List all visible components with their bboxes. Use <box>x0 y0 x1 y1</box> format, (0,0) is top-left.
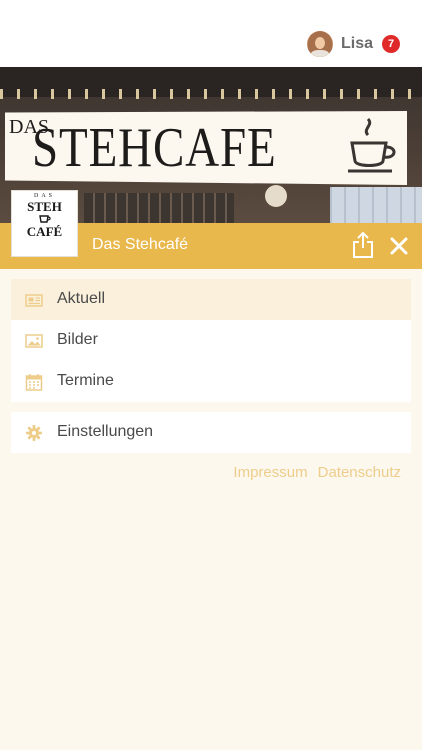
logo-cup-icon <box>38 215 51 223</box>
close-icon[interactable] <box>389 236 409 256</box>
menu-label: Bilder <box>57 331 98 348</box>
user-name[interactable]: Lisa <box>341 35 373 53</box>
user-profile[interactable]: Lisa 7 <box>306 29 400 59</box>
top-bar: Lisa 7 <box>0 0 422 67</box>
menu-label: Einstellungen <box>57 423 154 440</box>
share-icon[interactable] <box>352 231 374 259</box>
menu-item-aktuell[interactable]: Aktuell <box>11 279 411 320</box>
coffee-cup-icon <box>348 117 396 173</box>
impressum-link[interactable]: Impressum <box>233 464 307 481</box>
menu-label: Termine <box>57 372 114 389</box>
menu-item-termine[interactable]: Termine <box>11 361 411 402</box>
main-menu: Aktuell Bilder Termine <box>11 279 411 402</box>
image-icon <box>25 334 43 348</box>
avatar[interactable] <box>306 31 333 57</box>
gear-icon <box>26 425 42 441</box>
notification-badge[interactable]: 7 <box>382 35 400 53</box>
settings-menu: Einstellungen <box>11 412 411 453</box>
newspaper-icon <box>25 294 43 307</box>
menu-item-einstellungen[interactable]: Einstellungen <box>11 412 411 453</box>
venue-title: Das Stehcafé <box>92 236 189 253</box>
calendar-icon <box>25 374 43 391</box>
venue-logo: DAS STEH CAFÉ <box>11 190 78 257</box>
sign-name: STEHCAFE <box>32 117 277 179</box>
sign-prefix: DAS <box>9 116 50 138</box>
menu-item-bilder[interactable]: Bilder <box>11 320 411 361</box>
menu-label: Aktuell <box>57 290 106 307</box>
datenschutz-link[interactable]: Datenschutz <box>318 464 401 481</box>
footer-links: Impressum Datenschutz <box>233 464 401 481</box>
